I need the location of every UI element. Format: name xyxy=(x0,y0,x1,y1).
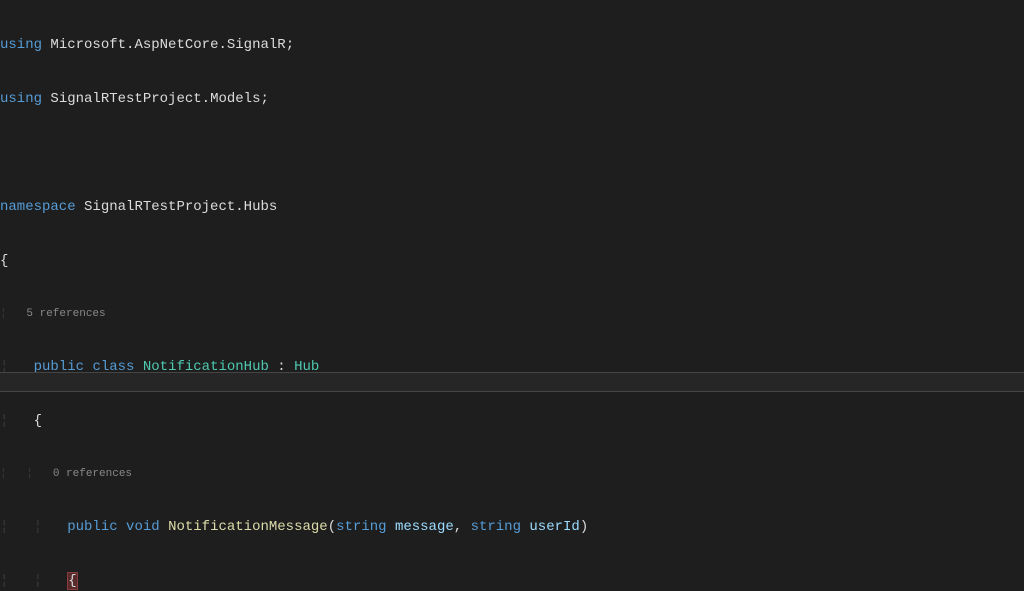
namespace-part: Microsoft xyxy=(50,37,126,53)
param-name: message xyxy=(395,519,454,535)
code-line[interactable]: using SignalRTestProject.Models; xyxy=(0,90,1024,108)
namespace-part: SignalRTestProject xyxy=(50,91,201,107)
namespace-part: AspNetCore xyxy=(134,37,218,53)
colon: : xyxy=(277,359,285,375)
param-type: string xyxy=(471,519,521,535)
code-line[interactable]: ¦ { xyxy=(0,412,1024,430)
keyword-public: public xyxy=(34,359,84,375)
codelens-references[interactable]: ¦ ¦ 0 references xyxy=(0,466,1024,482)
base-class: Hub xyxy=(294,359,319,375)
code-line[interactable]: namespace SignalRTestProject.Hubs xyxy=(0,198,1024,216)
code-line[interactable]: ¦ public class NotificationHub : Hub xyxy=(0,358,1024,376)
namespace-part: SignalR xyxy=(227,37,286,53)
keyword-public: public xyxy=(67,519,117,535)
codelens-references[interactable]: ¦ 5 references xyxy=(0,306,1024,322)
keyword-using: using xyxy=(0,37,42,53)
namespace-part: SignalRTestProject xyxy=(84,199,235,215)
param-type: string xyxy=(336,519,386,535)
namespace-part: Models xyxy=(210,91,260,107)
code-line[interactable]: ¦ ¦ { xyxy=(0,572,1024,590)
keyword-void: void xyxy=(126,519,160,535)
method-name: NotificationMessage xyxy=(168,519,328,535)
namespace-part: Hubs xyxy=(244,199,278,215)
blank-line[interactable] xyxy=(0,144,1024,162)
code-line[interactable]: { xyxy=(0,252,1024,270)
code-line[interactable]: ¦ ¦ public void NotificationMessage(stri… xyxy=(0,518,1024,536)
class-name: NotificationHub xyxy=(143,359,269,375)
keyword-namespace: namespace xyxy=(0,199,76,215)
code-editor[interactable]: using Microsoft.AspNetCore.SignalR; usin… xyxy=(0,0,1024,591)
keyword-using: using xyxy=(0,91,42,107)
param-name: userId xyxy=(529,519,579,535)
keyword-class: class xyxy=(92,359,134,375)
brace-highlight: { xyxy=(67,572,77,590)
code-line[interactable]: using Microsoft.AspNetCore.SignalR; xyxy=(0,36,1024,54)
